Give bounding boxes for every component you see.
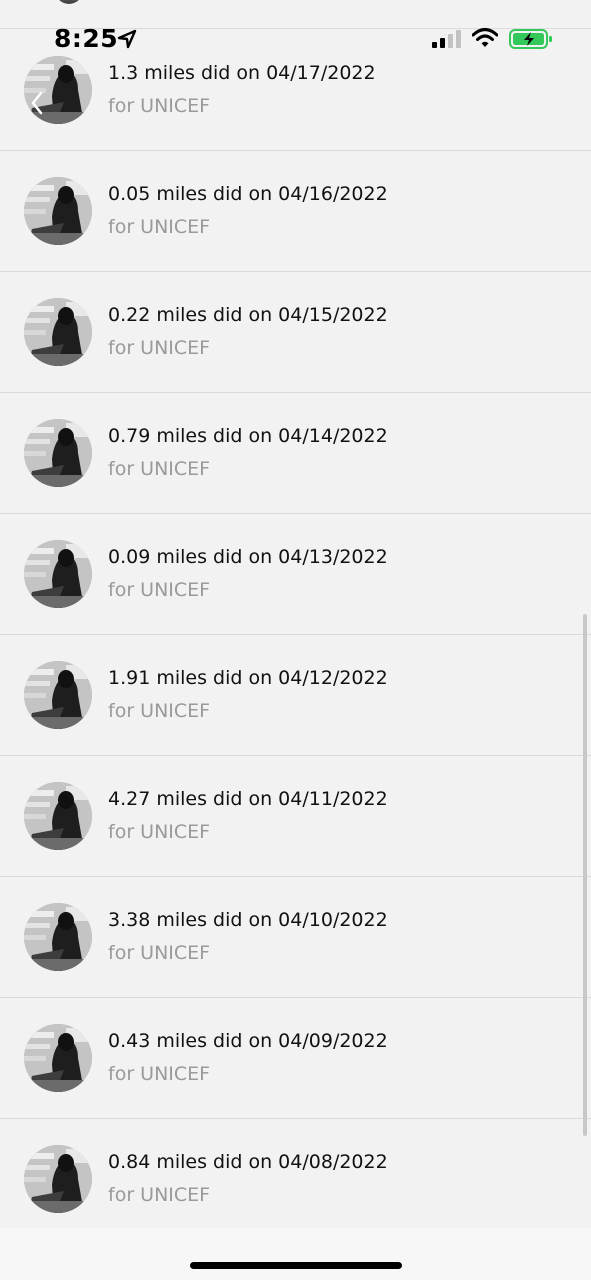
wifi-icon xyxy=(472,28,498,47)
list-item[interactable]: 0.22 miles did on 04/15/2022 for UNICEF xyxy=(0,272,591,393)
list-item[interactable]: 0.09 miles did on 04/13/2022 for UNICEF xyxy=(0,514,591,635)
activity-title: 3.38 miles did on 04/10/2022 xyxy=(108,909,388,931)
activity-cause: for UNICEF xyxy=(108,942,211,964)
list-item[interactable]: 0.43 miles did on 04/09/2022 for UNICEF xyxy=(0,998,591,1119)
avatar xyxy=(24,1024,92,1092)
avatar xyxy=(24,540,92,608)
battery-charging-icon xyxy=(509,29,552,49)
activity-title: 0.43 miles did on 04/09/2022 xyxy=(108,1030,388,1052)
status-time: 8:25 xyxy=(54,24,119,53)
avatar xyxy=(24,298,92,366)
avatar xyxy=(24,1145,92,1213)
activity-history-screen: 1.3 miles did on 04/17/2022 for UNICEF 0… xyxy=(0,0,591,1280)
avatar xyxy=(24,419,92,487)
activity-title: 0.05 miles did on 04/16/2022 xyxy=(108,183,388,205)
avatar xyxy=(24,177,92,245)
activity-cause: for UNICEF xyxy=(108,1063,211,1085)
activity-cause: for UNICEF xyxy=(108,95,211,117)
home-indicator[interactable] xyxy=(190,1262,402,1269)
avatar xyxy=(24,782,92,850)
activity-cause: for UNICEF xyxy=(108,700,211,722)
list-item[interactable]: 0.05 miles did on 04/16/2022 for UNICEF xyxy=(0,151,591,272)
list-item[interactable]: 3.38 miles did on 04/10/2022 for UNICEF xyxy=(0,877,591,998)
activity-title: 1.91 miles did on 04/12/2022 xyxy=(108,667,388,689)
activity-cause: for UNICEF xyxy=(108,337,211,359)
activity-cause: for UNICEF xyxy=(108,458,211,480)
activity-title: 1.3 miles did on 04/17/2022 xyxy=(108,62,376,84)
activity-title: 0.22 miles did on 04/15/2022 xyxy=(108,304,388,326)
status-bar: 8:25 xyxy=(0,0,591,56)
activity-title: 0.84 miles did on 04/08/2022 xyxy=(108,1151,388,1173)
list-item[interactable]: 0.79 miles did on 04/14/2022 for UNICEF xyxy=(0,393,591,514)
list-item[interactable]: 1.91 miles did on 04/12/2022 for UNICEF xyxy=(0,635,591,756)
activity-cause: for UNICEF xyxy=(108,579,211,601)
activity-title: 4.27 miles did on 04/11/2022 xyxy=(108,788,388,810)
avatar xyxy=(24,661,92,729)
chevron-left-icon[interactable] xyxy=(30,90,44,116)
activity-title: 0.79 miles did on 04/14/2022 xyxy=(108,425,388,447)
scrollbar[interactable] xyxy=(583,614,587,1136)
activity-title: 0.09 miles did on 04/13/2022 xyxy=(108,546,388,568)
home-area xyxy=(0,1228,591,1280)
location-arrow-icon xyxy=(117,29,137,49)
activity-cause: for UNICEF xyxy=(108,216,211,238)
avatar xyxy=(24,903,92,971)
list-item[interactable]: 0.84 miles did on 04/08/2022 for UNICEF xyxy=(0,1119,591,1240)
activity-cause: for UNICEF xyxy=(108,1184,211,1206)
cellular-signal-icon xyxy=(432,30,461,48)
list-item[interactable]: 4.27 miles did on 04/11/2022 for UNICEF xyxy=(0,756,591,877)
activity-cause: for UNICEF xyxy=(108,821,211,843)
